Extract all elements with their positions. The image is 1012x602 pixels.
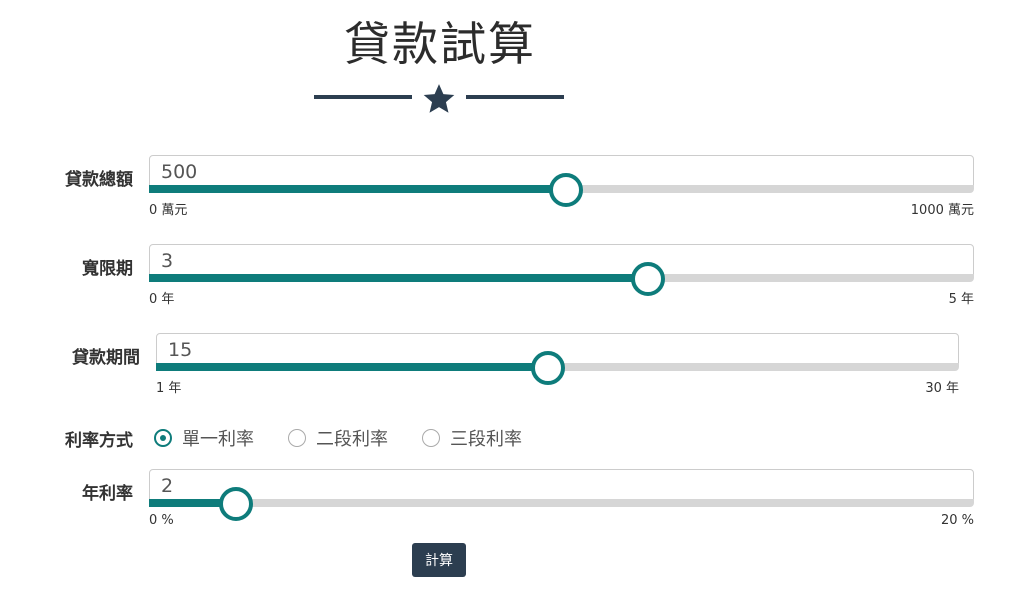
grace-period-max-label: 5 年 — [948, 292, 974, 307]
radio-label: 二段利率 — [316, 429, 388, 450]
loan-amount-value: 500 — [161, 161, 198, 183]
loan-amount-min-label: 0 萬元 — [149, 203, 188, 218]
loan-amount-label: 貸款總額 — [65, 170, 133, 190]
grace-period-track[interactable] — [149, 262, 974, 296]
title-divider — [314, 82, 564, 114]
rate-mode-option-single[interactable]: 單一利率 — [154, 425, 254, 451]
loan-term-value: 15 — [168, 339, 193, 361]
loan-amount-fill — [149, 185, 562, 193]
annual-rate-min-label: 0 % — [149, 513, 174, 528]
loan-term-label: 貸款期間 — [72, 348, 140, 368]
grace-period-min-label: 0 年 — [149, 292, 175, 307]
loan-term-max-label: 30 年 — [925, 381, 959, 396]
loan-term-thumb[interactable] — [530, 351, 565, 385]
rate-mode-option-two[interactable]: 二段利率 — [288, 425, 388, 451]
rate-mode-label: 利率方式 — [65, 431, 133, 451]
divider-line-right — [466, 95, 564, 99]
annual-rate-value: 2 — [161, 475, 174, 497]
divider-line-left — [314, 95, 412, 99]
radio-button[interactable] — [422, 429, 440, 447]
radio-label: 單一利率 — [182, 429, 254, 450]
star-icon — [423, 84, 455, 113]
loan-amount-thumb[interactable] — [548, 173, 583, 207]
page-title: 貸款試算 — [344, 17, 536, 71]
radio-label: 三段利率 — [450, 429, 522, 450]
grace-period-label: 寬限期 — [82, 259, 133, 279]
calculate-button[interactable]: 計算 — [412, 543, 466, 577]
radio-button[interactable] — [154, 429, 172, 447]
loan-amount-track[interactable] — [149, 173, 974, 207]
annual-rate-label: 年利率 — [82, 484, 133, 504]
loan-amount-max-label: 1000 萬元 — [910, 203, 974, 218]
grace-period-thumb[interactable] — [631, 262, 665, 296]
annual-rate-thumb[interactable] — [218, 487, 253, 521]
loan-term-track[interactable] — [156, 351, 959, 385]
loan-term-fill — [156, 363, 544, 371]
radio-button[interactable] — [288, 429, 306, 447]
annual-rate-track[interactable] — [149, 487, 974, 521]
rate-mode-group: 單一利率 二段利率 三段利率 — [154, 425, 556, 451]
grace-period-fill — [149, 274, 644, 282]
grace-period-value: 3 — [161, 250, 174, 272]
loan-term-min-label: 1 年 — [156, 381, 182, 396]
annual-rate-max-label: 20 % — [940, 513, 974, 528]
rate-mode-option-three[interactable]: 三段利率 — [422, 425, 522, 451]
